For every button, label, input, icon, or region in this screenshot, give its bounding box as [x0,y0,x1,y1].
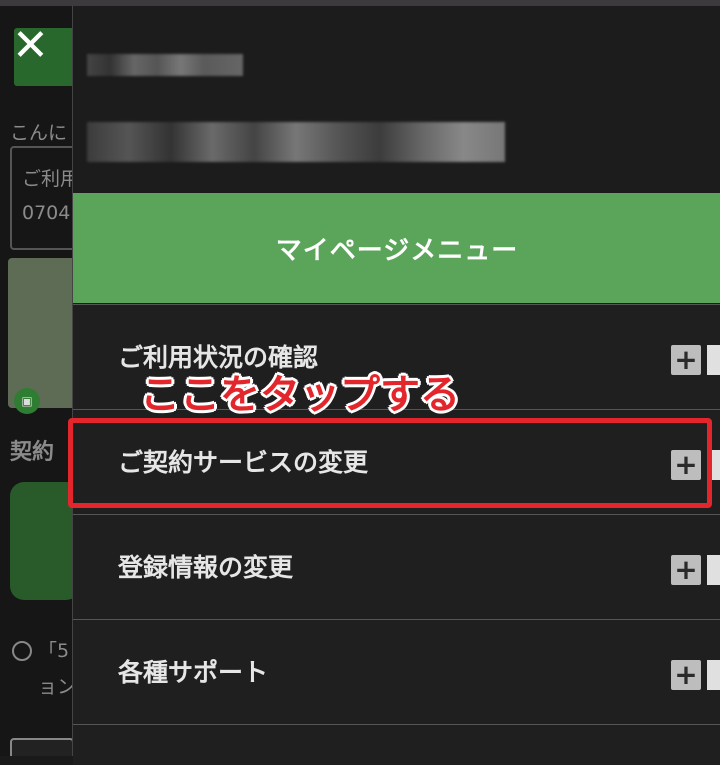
chat-icon: ▣ [14,388,40,414]
plus-icon[interactable]: + [671,660,701,690]
menu-title: マイページメニュー [275,235,519,266]
menu-header: マイページメニュー [73,193,720,303]
user-info-box [10,146,72,250]
promo-banner [8,258,72,408]
tap-here-callout: ここをタップする [140,372,460,418]
menu-item-label: 各種サポート [118,658,269,687]
notice-line2: ョン [38,676,72,698]
menu-item-more [73,724,720,765]
toggle-edge [707,555,720,585]
plus-icon[interactable]: + [671,555,701,585]
menu-item-support[interactable]: 各種サポート + [73,619,720,724]
background-page: こんに ご利用 0704 ▣ 契約 「5 ョン [0,6,72,756]
menu-item-registration-change[interactable]: 登録情報の変更 + [73,514,720,619]
radio-button [12,641,32,661]
highlight-box [68,418,712,508]
green-card [10,482,72,600]
menu-item-label: 登録情報の変更 [118,553,294,582]
notice-line1: 「5 [38,640,70,662]
toggle-edge [707,660,720,690]
plus-icon[interactable]: + [671,345,701,375]
phone-number-partial: 0704 [22,202,71,224]
blurred-account-id [87,54,243,76]
close-icon[interactable]: ✕ [12,22,49,70]
contract-heading: 契約 [10,440,55,465]
toggle-edge [707,345,720,375]
user-info-line1: ご利用 [22,168,72,190]
bottom-button [10,738,72,756]
blurred-account-info [87,122,505,162]
greeting-text: こんに [10,122,68,144]
